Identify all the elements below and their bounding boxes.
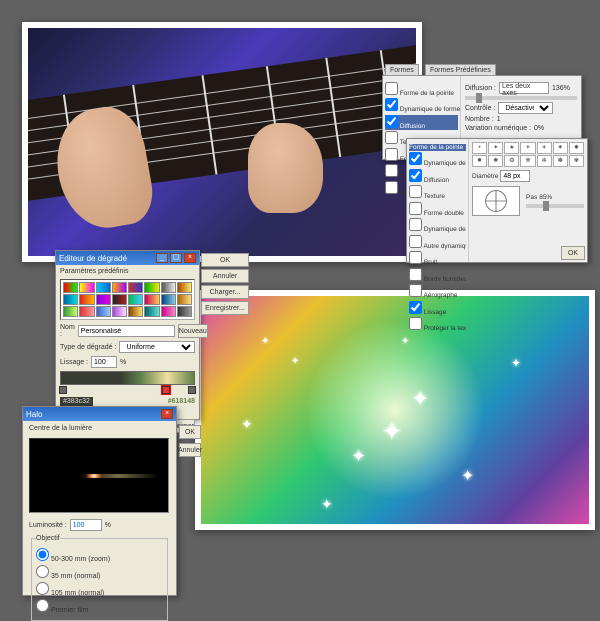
diffusion-slider[interactable]: [465, 96, 577, 100]
lens-opt-zoom[interactable]: 50-300 mm (zoom): [36, 548, 163, 563]
dialog-title: Halo: [26, 410, 42, 419]
diameter-label: Diamètre: [472, 173, 498, 180]
brightness-input[interactable]: [70, 519, 102, 531]
diffusion-value: 136%: [552, 85, 570, 92]
spacing-slider[interactable]: [526, 204, 584, 208]
control-label: Contrôle :: [465, 105, 495, 112]
titlebar[interactable]: Halo ×: [23, 407, 176, 421]
bchk-liss[interactable]: Lissage: [409, 301, 466, 316]
group-legend: Objectif: [36, 535, 60, 542]
bchk-autre[interactable]: Autre dynamique: [409, 235, 466, 250]
ok-button[interactable]: OK: [179, 425, 201, 439]
spacing-label: Pas: [526, 194, 537, 201]
centre-label: Centre de la lumière: [29, 425, 170, 432]
count-value: 1: [497, 116, 501, 123]
tab-formes[interactable]: Formes: [385, 64, 419, 76]
type-select[interactable]: Uniforme: [119, 341, 195, 353]
brush-angle-preview[interactable]: [472, 186, 520, 216]
gradient-bar[interactable]: [60, 371, 195, 385]
gradient-swatches[interactable]: [60, 279, 195, 320]
count-label: Nombre :: [465, 116, 494, 123]
type-label: Type de dégradé :: [60, 344, 116, 351]
ok-button[interactable]: OK: [201, 253, 249, 267]
close-button[interactable]: ×: [161, 409, 173, 419]
diameter-input[interactable]: [500, 170, 530, 182]
spacing-value: 85%: [539, 194, 552, 201]
chk-pointe[interactable]: Forme de la pointe: [385, 82, 458, 97]
load-button[interactable]: Charger...: [201, 285, 249, 299]
bchk-aero[interactable]: Aérographe: [409, 284, 466, 299]
new-button[interactable]: Nouveau: [178, 324, 208, 338]
result-image: ✦ ✦ ✦ ✦ ✦ ✦ ✦ ✦ ✦ ✦: [195, 290, 595, 530]
diffusion-mode[interactable]: Les deux axes: [499, 82, 549, 94]
smooth-input[interactable]: [91, 356, 117, 368]
brightness-label: Luminosité :: [29, 522, 67, 529]
flare-preview[interactable]: [29, 438, 169, 513]
source-image: [22, 22, 422, 262]
bchk-bruit[interactable]: Bruit: [409, 251, 466, 266]
name-label: Nom :: [60, 324, 75, 338]
lens-type-group: Objectif 50-300 mm (zoom) 35 mm (normal)…: [31, 535, 168, 621]
lens-opt-35[interactable]: 35 mm (normal): [36, 565, 163, 580]
presets-label: Paramètres prédéfinis: [60, 268, 195, 275]
save-button[interactable]: Enregistrer...: [201, 301, 249, 315]
maximize-button[interactable]: ▢: [170, 253, 182, 263]
bchk-diff[interactable]: Diffusion: [409, 169, 466, 184]
bchk-dyn[interactable]: Dynamique de forme: [409, 152, 466, 167]
hex-left: #383c32: [60, 397, 93, 406]
gradient-editor-dialog: Editeur de dégradé _ ▢ × OK Annuler Char…: [55, 250, 200, 420]
bchk-double[interactable]: Forme double: [409, 202, 466, 217]
name-input[interactable]: [78, 325, 175, 337]
brush-tip-panel: Forme de la pointe Dynamique de forme Di…: [406, 138, 588, 263]
smooth-label: Lissage :: [60, 359, 88, 366]
brush-check-column: Forme de la pointe Dynamique de forme Di…: [407, 139, 469, 262]
tab-predef[interactable]: Formes Prédéfinies: [425, 64, 496, 76]
ok-button[interactable]: OK: [561, 246, 585, 260]
brush-grid[interactable]: •✦ ★✴ ✶✷ ✸✹ ✺❂ ❋✻ ✽✾: [472, 142, 584, 167]
lens-opt-105[interactable]: 105 mm (normal): [36, 582, 163, 597]
bchk-dyncol[interactable]: Dynamique de la...: [409, 218, 466, 233]
variation-value: 0%: [534, 125, 544, 132]
chk-diffusion[interactable]: Diffusion: [385, 115, 458, 130]
bchk-pointe[interactable]: Forme de la pointe: [409, 144, 466, 151]
control-select[interactable]: Désactivé: [498, 102, 553, 114]
lens-opt-film[interactable]: Premier film: [36, 599, 163, 614]
dialog-title: Editeur de dégradé: [59, 254, 127, 263]
lens-flare-dialog: Halo × Centre de la lumière OK Annuler L…: [22, 406, 177, 596]
minimize-button[interactable]: _: [156, 253, 168, 263]
close-button[interactable]: ×: [184, 253, 196, 263]
cancel-button[interactable]: Annuler: [179, 443, 201, 457]
chk-dynforme[interactable]: Dynamique de forme: [385, 98, 458, 113]
variation-label: Variation numérique :: [465, 125, 531, 132]
bchk-tex[interactable]: Texture: [409, 185, 466, 200]
cancel-button[interactable]: Annuler: [201, 269, 249, 283]
titlebar[interactable]: Editeur de dégradé _ ▢ ×: [56, 251, 199, 265]
hex-right: #618148: [168, 398, 195, 405]
bchk-prot[interactable]: Protéger la text...: [409, 317, 466, 332]
bchk-bords[interactable]: Bords humides: [409, 268, 466, 283]
diffusion-label: Diffusion :: [465, 85, 496, 92]
